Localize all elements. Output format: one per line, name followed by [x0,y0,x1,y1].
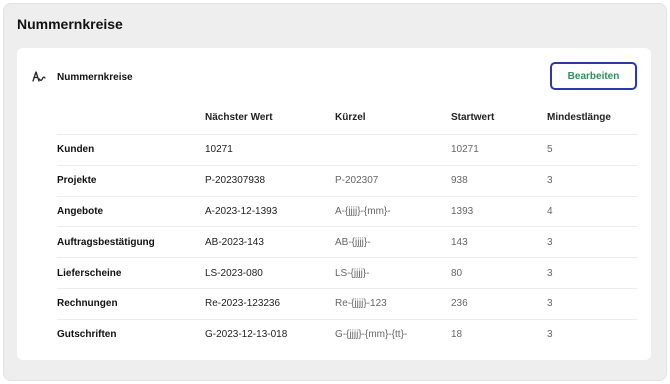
min-length: 3 [547,267,553,279]
prefix: Re-{jjjj}-123 [335,298,387,310]
table-row: Auftragsbestätigung AB-2023-143 AB-{jjjj… [57,226,637,257]
start-value: 1393 [451,205,474,217]
page-container: Nummernkreise Nummernkreise Bearbeiten N… [3,3,667,381]
min-length: 5 [547,144,553,156]
row-label: Angebote [57,205,104,217]
row-label: Auftragsbestätigung [57,236,155,248]
table-header: Nächster Wert Kürzel Startwert Mindestlä… [57,100,637,134]
column-header-start-value: Startwert [451,111,495,123]
column-header-prefix: Kürzel [335,111,366,123]
number-ranges-table: Nächster Wert Kürzel Startwert Mindestlä… [57,100,637,350]
column-header-min-length: Mindestlänge [547,111,611,123]
min-length: 3 [547,298,553,310]
row-label: Projekte [57,175,97,187]
card-title: Nummernkreise [57,72,133,83]
start-value: 938 [451,175,468,187]
prefix: LS-{jjjj}- [335,267,370,279]
prefix: A-{jjjj}-{mm}- [335,205,391,217]
row-label: Kunden [57,144,95,156]
row-label: Gutschriften [57,329,117,341]
page-title: Nummernkreise [17,16,123,32]
next-value: Re-2023-123236 [205,298,281,310]
signature-icon [31,69,47,85]
min-length: 3 [547,236,553,248]
next-value: A-2023-12-1393 [205,205,278,217]
table-row: Rechnungen Re-2023-123236 Re-{jjjj}-123 … [57,287,637,319]
min-length: 3 [547,175,553,187]
next-value: AB-2023-143 [205,236,264,248]
start-value: 10271 [451,144,479,156]
column-header-next-value: Nächster Wert [205,111,273,123]
row-label: Lieferscheine [57,267,122,279]
next-value: LS-2023-080 [205,267,263,279]
table-row: Gutschriften G-2023-12-13-018 G-{jjjj}-{… [57,318,637,350]
min-length: 3 [547,329,553,341]
prefix: P-202307 [335,175,379,187]
next-value: 10271 [205,144,233,156]
table-row: Projekte P-202307938 P-202307 938 3 [57,164,637,196]
prefix: G-{jjjj}-{mm}-{tt}- [335,329,408,341]
edit-button[interactable]: Bearbeiten [550,62,637,90]
next-value: G-2023-12-13-018 [205,329,288,341]
start-value: 143 [451,236,468,248]
start-value: 80 [451,267,463,279]
number-ranges-card: Nummernkreise Bearbeiten Nächster Wert K… [17,48,651,360]
min-length: 4 [547,205,553,217]
row-label: Rechnungen [57,298,118,310]
prefix: AB-{jjjj}- [335,236,371,248]
next-value: P-202307938 [205,175,266,187]
table-row: Angebote A-2023-12-1393 A-{jjjj}-{mm}- 1… [57,195,637,227]
table-row: Kunden 10271 10271 5 [57,134,637,165]
table-row: Lieferscheine LS-2023-080 LS-{jjjj}- 80 … [57,257,637,288]
start-value: 236 [451,298,468,310]
start-value: 18 [451,329,463,341]
